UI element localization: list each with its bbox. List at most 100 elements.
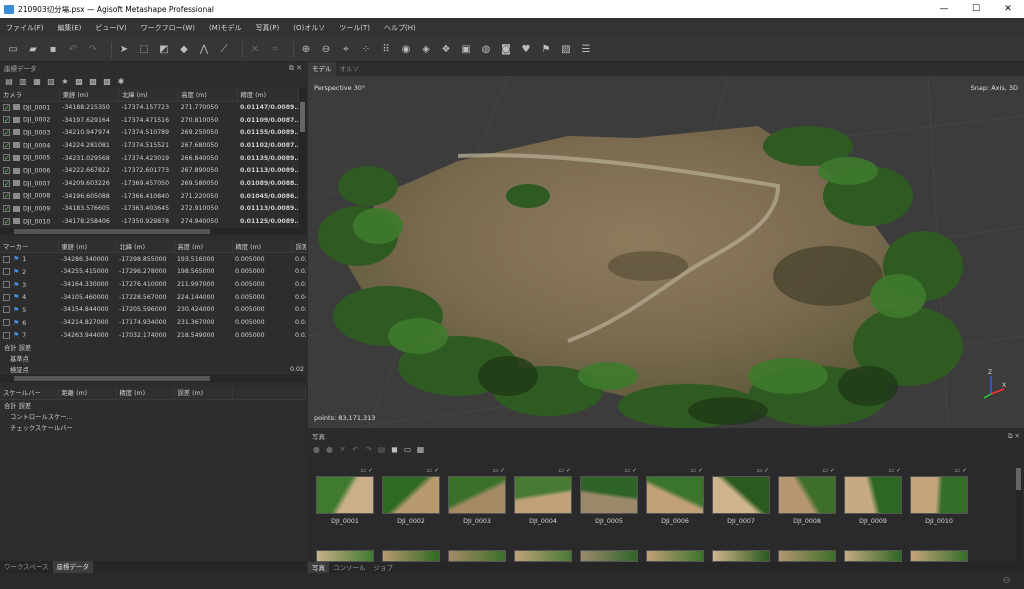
table-row[interactable]: ✓ DJI_0001 -34188.215350 -17374.157723 271.7…: [0, 101, 306, 114]
layers-icon[interactable]: ☰: [579, 43, 593, 57]
col-error[interactable]: 誤差: [292, 239, 307, 254]
crop-icon[interactable]: ⌗: [268, 43, 282, 57]
zoom-in-icon[interactable]: ⊕: [299, 43, 313, 57]
table-row[interactable]: ✓ DJI_0007 -34209.603226 -17369.457050 269.5…: [0, 177, 306, 190]
checkbox[interactable]: ✓: [3, 192, 10, 200]
photo-thumbnail[interactable]: [580, 550, 638, 562]
dense-cloud-icon[interactable]: ⠿: [379, 43, 393, 57]
update-transform-icon[interactable]: ▩: [74, 76, 84, 86]
tab-ortho[interactable]: オルソ: [336, 62, 364, 76]
mask-icon[interactable]: ▤: [377, 445, 386, 454]
photo-thumbnail[interactable]: ▭ ✓ DJI_0002: [382, 467, 440, 525]
checkbox[interactable]: [3, 255, 10, 263]
save-icon[interactable]: ▪: [46, 43, 60, 57]
menu-workflow[interactable]: ワークフロー(W): [141, 23, 195, 33]
photos-vertical-scrollbar[interactable]: [1015, 466, 1022, 562]
export-reference-icon[interactable]: ▥: [18, 76, 28, 86]
menu-tools[interactable]: ツール(T): [339, 23, 370, 33]
photo-thumbnail[interactable]: [514, 550, 572, 562]
tiled-model-icon[interactable]: ❖: [439, 43, 453, 57]
display-mode-icon[interactable]: ◼: [390, 445, 399, 454]
photo-thumbnail[interactable]: [712, 550, 770, 562]
redo-icon[interactable]: ↷: [86, 43, 100, 57]
col-distance[interactable]: 距離 (m): [58, 386, 117, 401]
table-row[interactable]: ✓ DJI_0009 -34183.576605 -17363.403645 272.9…: [0, 203, 306, 216]
undo-icon[interactable]: ↶: [66, 43, 80, 57]
menu-photo[interactable]: 写真(P): [256, 23, 280, 33]
tab-model[interactable]: モデル: [308, 62, 336, 76]
photo-thumbnail[interactable]: ▭ ✓ DJI_0003: [448, 467, 506, 525]
delete-selection-icon[interactable]: ✕: [248, 43, 262, 57]
col-marker[interactable]: マーカー: [0, 239, 59, 254]
col-accuracy[interactable]: 精度 (m): [116, 386, 175, 401]
table-row[interactable]: ✓ DJI_0010 -34178.258406 -17350.929878 274.9…: [0, 215, 306, 228]
photo-thumbnail[interactable]: ▭ ✓ DJI_0004: [514, 467, 572, 525]
minimize-button[interactable]: —: [928, 0, 960, 18]
photo-thumbnail[interactable]: ▭ ✓ DJI_0010: [910, 467, 968, 525]
checkbox[interactable]: ✓: [3, 167, 10, 175]
photo-thumbnail[interactable]: [646, 550, 704, 562]
menu-view[interactable]: ビュー(V): [95, 23, 126, 33]
globe-icon[interactable]: ◍: [479, 43, 493, 57]
table-row[interactable]: ⚑ 4 -34105.460000 -17228.567000 224.144000 0.…: [0, 291, 306, 304]
mesh-shaded-icon[interactable]: ◉: [399, 43, 413, 57]
photo-thumbnail[interactable]: ▭ ✓ DJI_0007: [712, 467, 770, 525]
view-estimated-icon[interactable]: ▩: [102, 76, 112, 86]
menu-file[interactable]: ファイル(F): [6, 23, 44, 33]
table-row[interactable]: ✓ DJI_0006 -34222.667822 -17372.601773 267.8…: [0, 164, 306, 177]
col-north[interactable]: 北緯 (m): [116, 239, 175, 254]
overlay-icon[interactable]: ▭: [403, 445, 412, 454]
table-row[interactable]: ✓ DJI_0003 -34210.947974 -17374.510789 269.2…: [0, 126, 306, 139]
col-east[interactable]: 東経 (m): [59, 88, 120, 102]
navigation-cursor-icon[interactable]: ➤: [117, 43, 131, 57]
col-camera[interactable]: カメラ: [0, 88, 60, 102]
disable-camera-icon[interactable]: ●: [325, 445, 334, 454]
table-row[interactable]: ⚑ 2 -34255.415000 -17296.278000 198.565000 0.…: [0, 266, 306, 279]
menu-model[interactable]: (M)モデル: [209, 23, 242, 33]
checkbox[interactable]: ✓: [3, 217, 10, 225]
photo-thumbnail[interactable]: [316, 550, 374, 562]
checkbox[interactable]: ✓: [3, 128, 10, 136]
polygon-selection-icon[interactable]: ◆: [177, 43, 191, 57]
photo-thumbnail[interactable]: [448, 550, 506, 562]
camera-icon[interactable]: ◙: [499, 43, 513, 57]
checkbox[interactable]: [3, 306, 10, 314]
remove-camera-icon[interactable]: ✕: [338, 445, 347, 454]
photo-thumbnail[interactable]: [910, 550, 968, 562]
checkbox[interactable]: [3, 268, 10, 276]
col-accuracy[interactable]: 精度 (m): [232, 239, 293, 254]
checkbox[interactable]: [3, 331, 10, 339]
enable-camera-icon[interactable]: ●: [312, 445, 321, 454]
tab-workspace[interactable]: ワークスペース: [0, 561, 53, 573]
tab-console[interactable]: コンソール: [329, 562, 370, 574]
open-folder-icon[interactable]: ▰: [26, 43, 40, 57]
photo-thumbnail[interactable]: [382, 550, 440, 562]
col-error[interactable]: 誤差 (m): [174, 386, 233, 401]
photo-thumbnail[interactable]: ▭ ✓ DJI_0001: [316, 467, 374, 525]
table-row[interactable]: ⚑ 5 -34154.844000 -17205.596000 230.424000 0.…: [0, 304, 306, 317]
orthomosaic-icon[interactable]: ▣: [459, 43, 473, 57]
import-reference-icon[interactable]: ▤: [4, 76, 14, 86]
new-file-icon[interactable]: ▭: [6, 43, 20, 57]
mesh-wireframe-icon[interactable]: ◈: [419, 43, 433, 57]
col-accuracy[interactable]: 精度 (m): [237, 88, 299, 102]
table-row[interactable]: ✓ DJI_0002 -34197.629164 -17374.471516 270.8…: [0, 114, 306, 127]
menu-help[interactable]: ヘルプ(H): [384, 23, 416, 33]
table-row[interactable]: ✓ DJI_0005 -34231.029568 -17374.423019 266.8…: [0, 152, 306, 165]
table-row[interactable]: ⚑ 6 -34214.827000 -17174.934000 231.367000 0.…: [0, 316, 306, 329]
panel-float-close-icon[interactable]: ⧉ ✕: [289, 64, 302, 73]
checkbox[interactable]: ✓: [3, 179, 10, 187]
heart-shape-icon[interactable]: ♥: [519, 43, 533, 57]
zoom-out-icon[interactable]: ⊖: [319, 43, 333, 57]
settings-icon[interactable]: ✱: [116, 76, 126, 86]
col-scalebar[interactable]: スケールバー: [0, 386, 59, 401]
menu-edit[interactable]: 編集(E): [58, 23, 82, 33]
rectangle-selection-icon[interactable]: ⬚: [137, 43, 151, 57]
view-grid-icon[interactable]: ▦: [416, 445, 425, 454]
cameras-horizontal-scrollbar[interactable]: [0, 227, 306, 235]
col-altitude[interactable]: 高度 (m): [177, 88, 238, 102]
checkbox[interactable]: ✓: [3, 103, 10, 111]
reset-view-icon[interactable]: ⌖: [339, 43, 353, 57]
rotate-right-icon[interactable]: ↷: [364, 445, 373, 454]
table-row[interactable]: ⚑ 3 -34164.330000 -17276.410000 211.997000 0.…: [0, 278, 306, 291]
